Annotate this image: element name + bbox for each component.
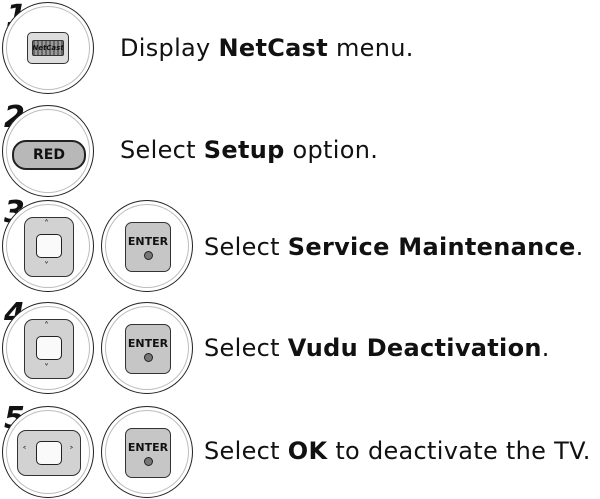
step-3: 3 ˄ ˅ ENTER Select Service Maintenance. — [0, 198, 600, 292]
enter-button-circle: ENTER — [101, 200, 193, 292]
step-text-post: option. — [284, 136, 379, 164]
step-1: 1 NetCast Display NetCast menu. — [0, 0, 600, 94]
step-text-bold: Service Maintenance — [287, 233, 576, 261]
dpad-circle: ˄ ˅ — [2, 302, 94, 394]
enter-label: ENTER — [127, 441, 169, 454]
dpad-circle: ˄ ˅ — [2, 200, 94, 292]
enter-dot-icon — [144, 353, 153, 362]
netcast-button[interactable]: NetCast — [27, 32, 69, 64]
step-text-pre: Select — [204, 334, 288, 362]
step-text: Select OK to deactivate the TV. — [204, 437, 591, 465]
enter-dot-icon — [144, 251, 153, 260]
step-text: Select Setup option. — [120, 136, 378, 164]
enter-button[interactable]: ENTER — [125, 222, 171, 272]
step-text-pre: Select — [204, 233, 288, 261]
chevron-right-icon: ˃ — [69, 446, 74, 457]
chevron-up-icon: ˄ — [44, 219, 49, 230]
step-4: 4 ˄ ˅ ENTER Select Vudu Deactivation. — [0, 300, 600, 394]
red-button[interactable]: RED — [12, 140, 86, 170]
chevron-left-icon: ˂ — [22, 446, 27, 457]
enter-label: ENTER — [127, 337, 169, 350]
red-button-circle: RED — [2, 105, 94, 197]
step-text-bold: Setup — [203, 136, 285, 164]
dpad-up-down[interactable]: ˄ ˅ — [24, 217, 74, 277]
netcast-logo: NetCast — [32, 40, 64, 56]
step-text: Display NetCast menu. — [120, 34, 414, 62]
step-text-pre: Select — [204, 437, 288, 465]
step-text-post: . — [541, 334, 550, 362]
enter-label: ENTER — [127, 235, 169, 248]
instruction-page: { "steps": [ {"number": "1", "pre": "Dis… — [0, 0, 600, 499]
dpad-circle: ˂ ˃ — [2, 406, 94, 498]
step-text-post: menu. — [328, 34, 414, 62]
dpad-up-down[interactable]: ˄ ˅ — [24, 319, 74, 379]
step-text-post: to deactivate the TV. — [327, 437, 591, 465]
chevron-down-icon: ˅ — [44, 363, 49, 374]
enter-button-circle: ENTER — [101, 302, 193, 394]
enter-button-circle: ENTER — [101, 406, 193, 498]
step-5: 5 ˂ ˃ ENTER Select OK to deactivate the … — [0, 404, 600, 498]
step-text-post: . — [575, 233, 584, 261]
step-text-bold: Vudu Deactivation — [287, 334, 542, 362]
step-text: Select Vudu Deactivation. — [204, 334, 550, 362]
netcast-button-circle: NetCast — [2, 2, 94, 94]
chevron-up-icon: ˄ — [44, 321, 49, 332]
enter-dot-icon — [144, 457, 153, 466]
enter-button[interactable]: ENTER — [125, 428, 171, 478]
step-text-bold: NetCast — [218, 34, 329, 62]
chevron-down-icon: ˅ — [44, 261, 49, 272]
step-text-bold: OK — [287, 437, 328, 465]
dpad-left-right[interactable]: ˂ ˃ — [17, 430, 81, 476]
enter-button[interactable]: ENTER — [125, 324, 171, 374]
dpad-center-button[interactable] — [36, 336, 62, 360]
step-2: 2 RED Select Setup option. — [0, 103, 600, 197]
step-text-pre: Display — [120, 34, 219, 62]
step-text: Select Service Maintenance. — [204, 233, 584, 261]
step-text-pre: Select — [120, 136, 204, 164]
dpad-center-button[interactable] — [36, 441, 62, 465]
dpad-center-button[interactable] — [36, 234, 62, 258]
